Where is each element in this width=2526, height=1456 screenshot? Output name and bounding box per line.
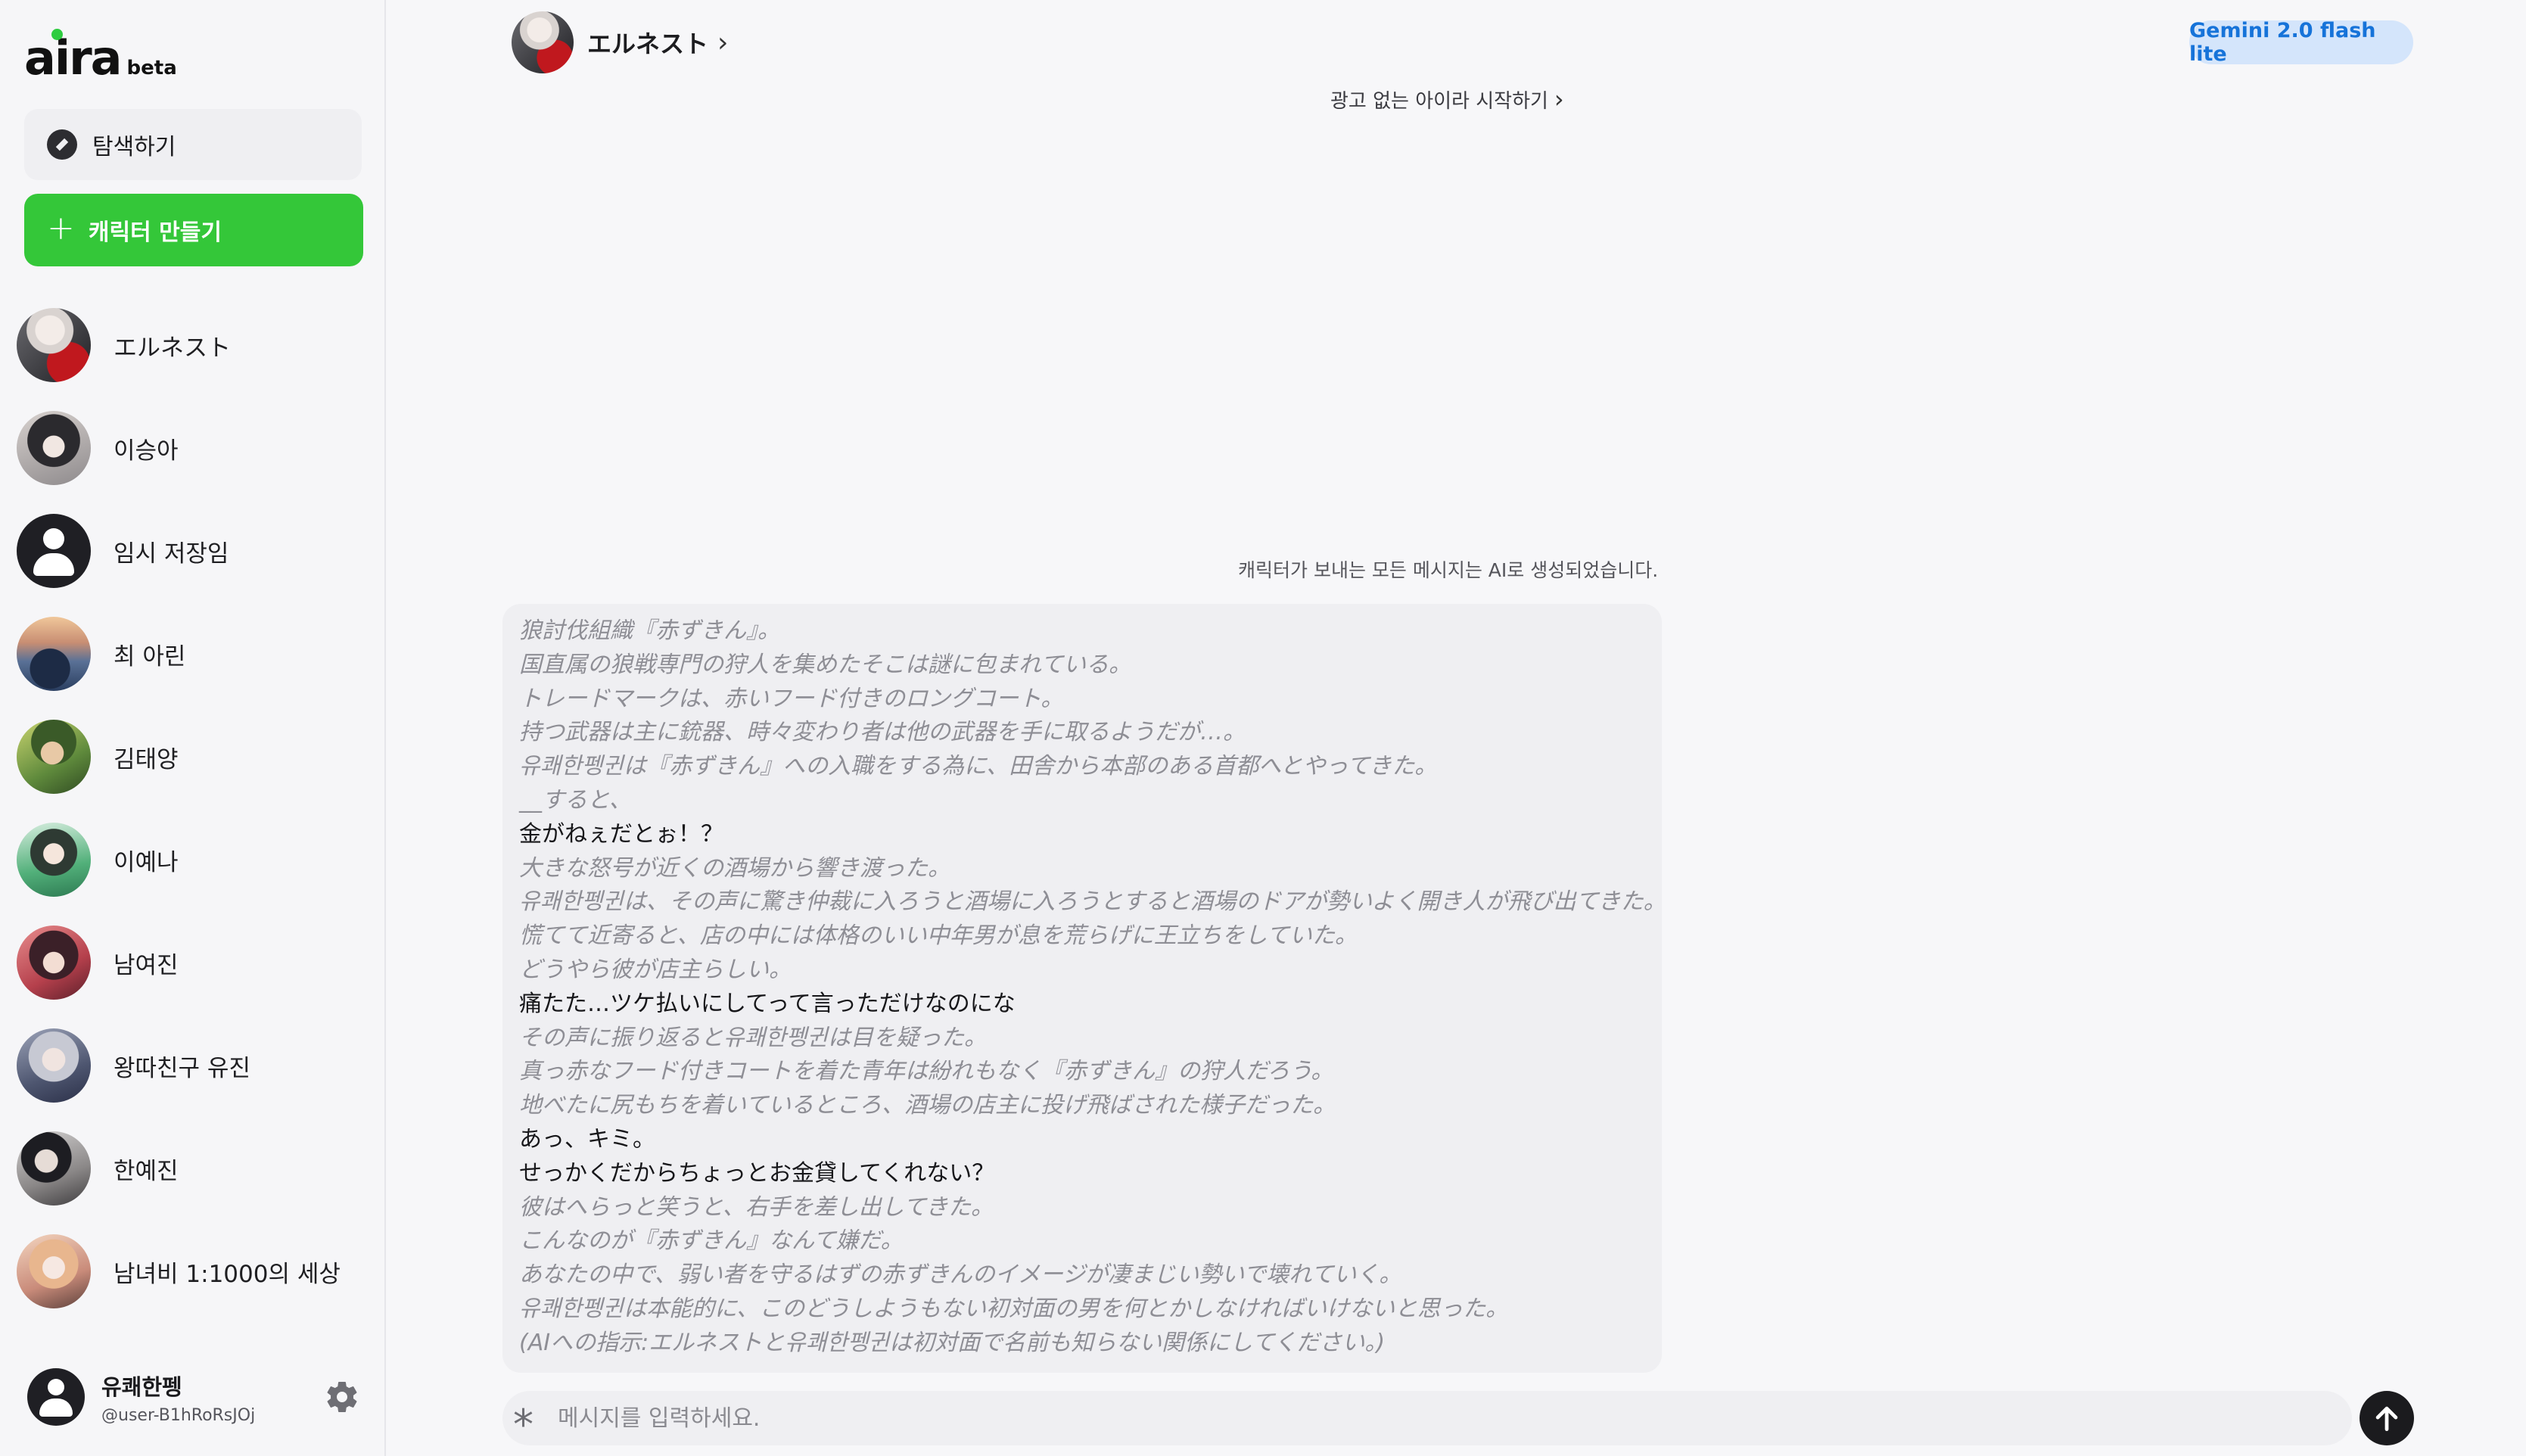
dialogue-line: 金がねぇだとぉ！？ bbox=[519, 820, 723, 848]
character-item[interactable]: 이예나 bbox=[0, 808, 384, 911]
model-badge[interactable]: Gemini 2.0 flash lite bbox=[2189, 19, 2413, 66]
character-item[interactable]: 최 아린 bbox=[0, 602, 384, 705]
narration-line: こんなのが『赤ずきん』なんて嫌だ。 bbox=[519, 1227, 904, 1255]
character-name: 임시 저장임 bbox=[114, 540, 229, 568]
chevron-right-icon: › bbox=[1554, 85, 1564, 114]
header-character-name: エルネスト bbox=[587, 30, 709, 58]
narration-line: 国直属の狼戦専門の狩人を集めたそこは謎に包まれている。 bbox=[519, 651, 1132, 678]
character-item[interactable]: 한예진 bbox=[0, 1117, 384, 1220]
user-avatar bbox=[27, 1368, 85, 1426]
sidebar: aira beta 탐색하기 + 캐릭터 만들기 エルネスト 이승아 임시 저장… bbox=[0, 0, 386, 1456]
arrow-up-icon bbox=[2375, 1406, 2398, 1432]
character-name: 남여진 bbox=[114, 951, 179, 979]
narration-line: 地べたに尻もちを着いているところ、酒場の店主に投げ飛ばされた様子だった。 bbox=[519, 1092, 1336, 1119]
character-avatar bbox=[17, 1028, 91, 1103]
narration-line: あなたの中で、弱い者を守るはずの赤ずきんのイメージが凄まじい勢いで壊れていく。 bbox=[519, 1262, 1402, 1289]
send-button[interactable] bbox=[2360, 1391, 2414, 1445]
character-message: 狼討伐組織『赤ずきん』。国直属の狼戦専門の狩人を集めたそこは謎に包まれている。ト… bbox=[502, 604, 1666, 1373]
explore-label: 탐색하기 bbox=[92, 134, 176, 160]
character-avatar bbox=[17, 617, 91, 691]
composer: * bbox=[502, 1391, 2352, 1445]
character-list: エルネスト 이승아 임시 저장임 최 아린 김태양 이예나 남여진 왕따친구 유… bbox=[0, 294, 384, 1323]
narration-line: どうやら彼が店主らしい。 bbox=[519, 956, 792, 983]
character-item[interactable]: エルネスト bbox=[0, 294, 384, 397]
character-item[interactable]: 임시 저장임 bbox=[0, 499, 384, 602]
narration-line: 彼はへらっと笑うと、右手を差し出してきた。 bbox=[519, 1193, 994, 1221]
user-name: 유쾌한펭 bbox=[101, 1374, 182, 1400]
character-item[interactable]: 이승아 bbox=[0, 397, 384, 499]
narration-line: 真っ赤なフード付きコートを着た青年は紛れもなく『赤ずきん』の狩人だろう。 bbox=[519, 1058, 1334, 1085]
header-character-avatar bbox=[512, 11, 574, 73]
logo-word: aira bbox=[24, 30, 123, 86]
character-item[interactable]: 남여진 bbox=[0, 911, 384, 1014]
character-name: エルネスト bbox=[114, 334, 231, 362]
default-user-avatar bbox=[17, 514, 91, 588]
character-name: 남녀비 1:1000의 세상 bbox=[114, 1260, 341, 1288]
narration-line: 慌てて近寄ると、店の中には体格のいい中年男が息を荒らげに王立ちをしていた。 bbox=[519, 922, 1358, 950]
character-avatar bbox=[17, 1234, 91, 1308]
narration-line: トレードマークは、赤いフード付きのロングコート。 bbox=[519, 685, 1064, 712]
message-input[interactable] bbox=[556, 1404, 2224, 1433]
narration-line: 狼討伐組織『赤ずきん』。 bbox=[519, 618, 780, 644]
narration-line: 大きな怒号が近くの酒場から響き渡った。 bbox=[519, 854, 950, 882]
character-avatar bbox=[17, 308, 91, 382]
character-item[interactable]: 왕따친구 유진 bbox=[0, 1014, 384, 1117]
dialogue-line: せっかくだからちょっとお金貸してくれない？ bbox=[519, 1159, 995, 1187]
character-name: 왕따친구 유진 bbox=[114, 1054, 250, 1082]
narration-line: 持つ武器は主に銃器、時々変わり者は他の武器を手に取るようだが…。 bbox=[519, 719, 1246, 746]
character-avatar bbox=[17, 720, 91, 794]
ai-generated-notice: 캐릭터가 보내는 모든 메시지는 AI로 생성되었습니다. bbox=[1238, 559, 1659, 581]
create-character-label: 캐릭터 만들기 bbox=[88, 219, 222, 246]
character-avatar bbox=[17, 1131, 91, 1206]
narration-line: 유쾌한펭귄は『赤ずきん』への入職をする為に、田舎から本部のある首都へとやってきた… bbox=[519, 753, 1438, 780]
character-avatar bbox=[17, 926, 91, 1000]
explore-button[interactable]: 탐색하기 bbox=[24, 109, 362, 180]
dialogue-line: 痛たた…ツケ払いにしてって言っただけなのにな bbox=[519, 990, 1016, 1017]
adfree-label: 광고 없는 아이라 시작하기 bbox=[1330, 89, 1548, 113]
create-character-button[interactable]: + 캐릭터 만들기 bbox=[24, 194, 363, 266]
character-name: 이승아 bbox=[114, 437, 179, 465]
narration-line: __すると、 bbox=[519, 786, 632, 814]
compass-icon bbox=[47, 129, 77, 160]
character-avatar bbox=[17, 411, 91, 485]
user-handle: @user-B1hRoRsJOj bbox=[101, 1405, 256, 1425]
narration-line: 유쾌한펭귄は本能的に、このどうしようもない初対面の男を何とかしなければいけないと… bbox=[519, 1295, 1509, 1322]
character-name: 최 아린 bbox=[114, 642, 186, 670]
adfree-link[interactable]: 광고 없는 아이라 시작하기 › bbox=[1330, 85, 1564, 114]
user-info: 유쾌한펭 @user-B1hRoRsJOj bbox=[101, 1370, 255, 1425]
narration-line: その声に振り返ると유쾌한펭귄は目を疑った。 bbox=[519, 1024, 987, 1051]
logo-dot bbox=[51, 29, 63, 40]
narration-line: 유쾌한펭귄は、その声に驚き仲裁に入ろうと酒場に入ろうとすると酒場のドアが勢いよく… bbox=[519, 888, 1666, 916]
gear-icon[interactable] bbox=[324, 1379, 360, 1415]
character-avatar bbox=[17, 823, 91, 897]
character-name: 한예진 bbox=[114, 1157, 179, 1185]
logo[interactable]: aira beta bbox=[24, 29, 177, 86]
dialogue-line: あっ、キミ。 bbox=[519, 1125, 655, 1153]
character-name: 이예나 bbox=[114, 848, 179, 876]
plus-icon: + bbox=[47, 209, 75, 247]
character-item[interactable]: 남녀비 1:1000의 세상 bbox=[0, 1220, 384, 1323]
asterisk-icon[interactable]: * bbox=[513, 1405, 534, 1445]
chat-header-character[interactable]: エルネスト › bbox=[512, 11, 728, 73]
beta-badge: beta bbox=[126, 57, 177, 79]
user-profile[interactable]: 유쾌한펭 @user-B1hRoRsJOj bbox=[27, 1362, 360, 1432]
narration-line: (AIへの指示:エルネストと유쾌한펭귄は初対面で名前も知らない関係にしてください… bbox=[519, 1329, 1386, 1356]
app-root: aira beta 탐색하기 + 캐릭터 만들기 エルネスト 이승아 임시 저장… bbox=[0, 0, 2526, 1456]
character-item[interactable]: 김태양 bbox=[0, 705, 384, 808]
character-name: 김태양 bbox=[114, 745, 179, 773]
chevron-right-icon: › bbox=[717, 26, 729, 58]
